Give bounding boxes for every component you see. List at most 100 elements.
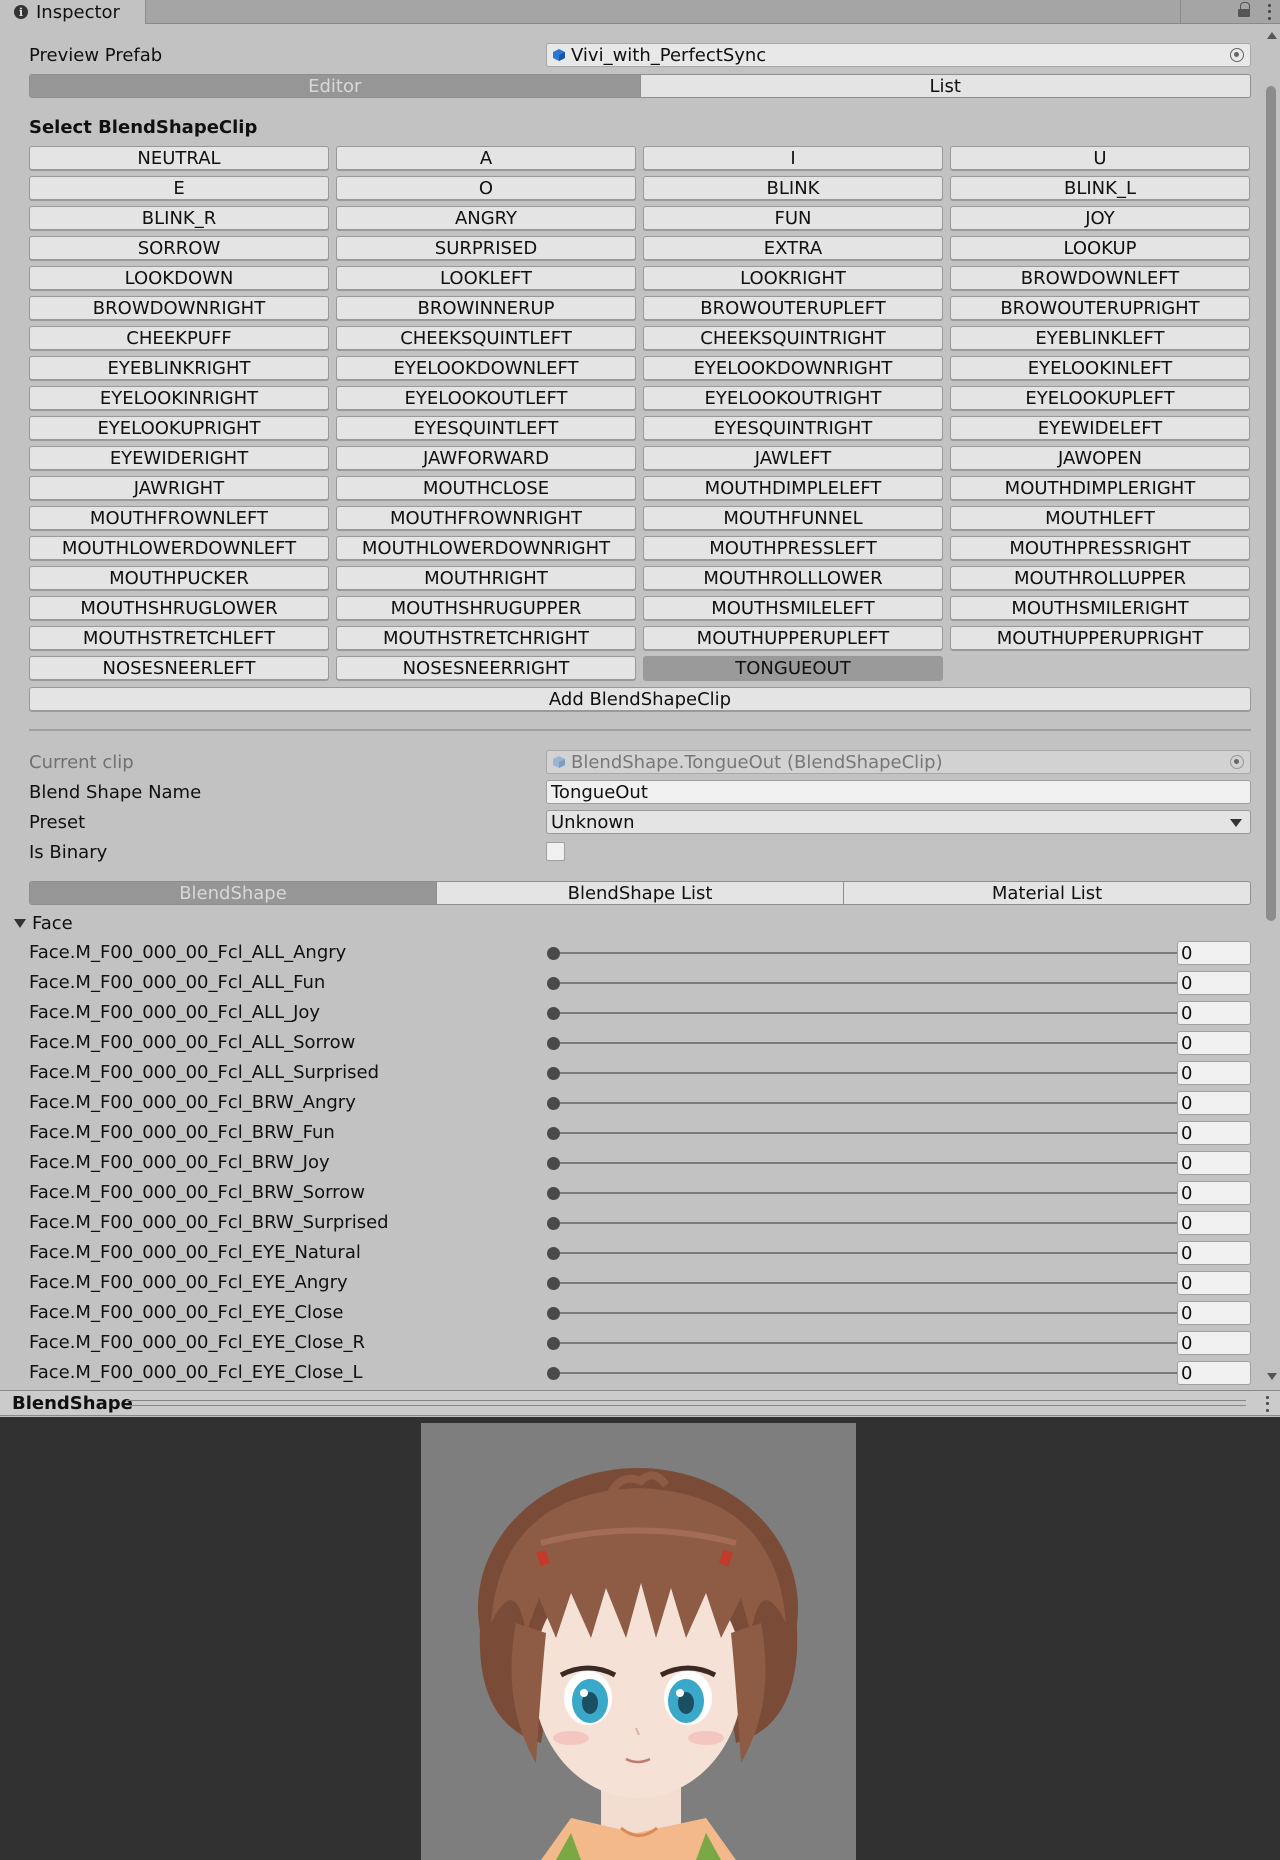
blendshape-value-input[interactable]: 0 [1177, 971, 1251, 995]
more-options-icon[interactable] [1264, 2, 1274, 22]
blendshape-value-input[interactable]: 0 [1177, 1091, 1251, 1115]
clip-button-cheeksquintright[interactable]: CHEEKSQUINTRIGHT [643, 326, 943, 350]
blendshape-value-input[interactable]: 0 [1177, 1361, 1251, 1385]
clip-button-browdownright[interactable]: BROWDOWNRIGHT [29, 296, 329, 320]
clip-button-fun[interactable]: FUN [643, 206, 943, 230]
clip-button-mouthshrugupper[interactable]: MOUTHSHRUGUPPER [336, 596, 636, 620]
clip-button-mouthlowerdownright[interactable]: MOUTHLOWERDOWNRIGHT [336, 536, 636, 560]
preset-dropdown[interactable]: Unknown [546, 810, 1251, 834]
blendshape-value-input[interactable]: 0 [1177, 1001, 1251, 1025]
clip-button-jawforward[interactable]: JAWFORWARD [336, 446, 636, 470]
blend-shape-name-input[interactable]: TongueOut [546, 780, 1251, 804]
clip-button-e[interactable]: E [29, 176, 329, 200]
slider-track[interactable] [553, 1222, 1199, 1224]
slider-thumb[interactable] [547, 1277, 560, 1290]
blendshape-value-input[interactable]: 0 [1177, 1181, 1251, 1205]
slider-track[interactable] [553, 1102, 1199, 1104]
clip-button-cheekpuff[interactable]: CHEEKPUFF [29, 326, 329, 350]
drag-handle[interactable] [126, 1400, 1246, 1406]
clip-button-a[interactable]: A [336, 146, 636, 170]
clip-button-nosesneerright[interactable]: NOSESNEERRIGHT [336, 656, 636, 680]
clip-button-lookleft[interactable]: LOOKLEFT [336, 266, 636, 290]
clip-button-eyesquintright[interactable]: EYESQUINTRIGHT [643, 416, 943, 440]
clip-button-browouterupleft[interactable]: BROWOUTERUPLEFT [643, 296, 943, 320]
clip-button-mouthrollupper[interactable]: MOUTHROLLUPPER [950, 566, 1250, 590]
clip-button-mouthleft[interactable]: MOUTHLEFT [950, 506, 1250, 530]
avatar-preview-render[interactable] [421, 1423, 856, 1860]
slider-track[interactable] [553, 1042, 1199, 1044]
clip-button-mouthupperupright[interactable]: MOUTHUPPERUPRIGHT [950, 626, 1250, 650]
clip-button-nosesneerleft[interactable]: NOSESNEERLEFT [29, 656, 329, 680]
clip-button-o[interactable]: O [336, 176, 636, 200]
clip-button-mouthstretchright[interactable]: MOUTHSTRETCHRIGHT [336, 626, 636, 650]
tab-inspector[interactable]: i Inspector [0, 0, 146, 24]
blendshape-value-input[interactable]: 0 [1177, 1331, 1251, 1355]
clip-button-mouthpressleft[interactable]: MOUTHPRESSLEFT [643, 536, 943, 560]
clip-button-blink[interactable]: BLINK [643, 176, 943, 200]
clip-button-mouthfrownleft[interactable]: MOUTHFROWNLEFT [29, 506, 329, 530]
slider-thumb[interactable] [547, 1307, 560, 1320]
blendshape-value-input[interactable]: 0 [1177, 1151, 1251, 1175]
clip-button-eyeblinkright[interactable]: EYEBLINKRIGHT [29, 356, 329, 380]
clip-button-joy[interactable]: JOY [950, 206, 1250, 230]
clip-button-mouthpucker[interactable]: MOUTHPUCKER [29, 566, 329, 590]
clip-button-blink_l[interactable]: BLINK_L [950, 176, 1250, 200]
slider-thumb[interactable] [547, 1007, 560, 1020]
scroll-up-arrow-icon[interactable] [1267, 32, 1277, 39]
slider-thumb[interactable] [547, 1247, 560, 1260]
slider-thumb[interactable] [547, 977, 560, 990]
clip-button-cheeksquintleft[interactable]: CHEEKSQUINTLEFT [336, 326, 636, 350]
clip-button-u[interactable]: U [950, 146, 1250, 170]
blendshape-value-input[interactable]: 0 [1177, 1271, 1251, 1295]
clip-button-mouthfunnel[interactable]: MOUTHFUNNEL [643, 506, 943, 530]
clip-button-eyelookinright[interactable]: EYELOOKINRIGHT [29, 386, 329, 410]
tab-editor[interactable]: Editor [30, 75, 641, 97]
clip-button-eyewideleft[interactable]: EYEWIDELEFT [950, 416, 1250, 440]
clip-button-eyelookinleft[interactable]: EYELOOKINLEFT [950, 356, 1250, 380]
object-picker-icon[interactable] [1230, 48, 1244, 62]
clip-button-browinnerup[interactable]: BROWINNERUP [336, 296, 636, 320]
clip-button-mouthclose[interactable]: MOUTHCLOSE [336, 476, 636, 500]
inspector-scrollbar[interactable] [1262, 26, 1280, 1386]
blendshape-value-input[interactable]: 0 [1177, 1031, 1251, 1055]
slider-track[interactable] [553, 1372, 1199, 1374]
more-options-icon[interactable] [1262, 1394, 1272, 1414]
clip-button-sorrow[interactable]: SORROW [29, 236, 329, 260]
slider-thumb[interactable] [547, 1187, 560, 1200]
slider-thumb[interactable] [547, 947, 560, 960]
clip-button-tongueout[interactable]: TONGUEOUT [643, 656, 943, 680]
clip-button-eyelookoutleft[interactable]: EYELOOKOUTLEFT [336, 386, 636, 410]
clip-button-browdownleft[interactable]: BROWDOWNLEFT [950, 266, 1250, 290]
clip-button-surprised[interactable]: SURPRISED [336, 236, 636, 260]
slider-thumb[interactable] [547, 1217, 560, 1230]
clip-button-mouthsmileleft[interactable]: MOUTHSMILELEFT [643, 596, 943, 620]
slider-track[interactable] [553, 1162, 1199, 1164]
blendshape-value-input[interactable]: 0 [1177, 1301, 1251, 1325]
preview-prefab-field[interactable]: Vivi_with_PerfectSync [546, 43, 1251, 67]
clip-button-mouthpressright[interactable]: MOUTHPRESSRIGHT [950, 536, 1250, 560]
slider-track[interactable] [553, 1012, 1199, 1014]
clip-button-mouthdimpleleft[interactable]: MOUTHDIMPLELEFT [643, 476, 943, 500]
slider-track[interactable] [553, 1282, 1199, 1284]
slider-track[interactable] [553, 1192, 1199, 1194]
slider-thumb[interactable] [547, 1337, 560, 1350]
clip-button-mouthfrownright[interactable]: MOUTHFROWNRIGHT [336, 506, 636, 530]
clip-button-extra[interactable]: EXTRA [643, 236, 943, 260]
blendshape-value-input[interactable]: 0 [1177, 1121, 1251, 1145]
clip-button-mouthright[interactable]: MOUTHRIGHT [336, 566, 636, 590]
clip-button-lookup[interactable]: LOOKUP [950, 236, 1250, 260]
clip-button-i[interactable]: I [643, 146, 943, 170]
clip-button-mouthdimpleright[interactable]: MOUTHDIMPLERIGHT [950, 476, 1250, 500]
clip-button-jawright[interactable]: JAWRIGHT [29, 476, 329, 500]
clip-button-lookright[interactable]: LOOKRIGHT [643, 266, 943, 290]
is-binary-checkbox[interactable] [546, 842, 565, 861]
blendshape-value-input[interactable]: 0 [1177, 1241, 1251, 1265]
clip-button-mouthsmileright[interactable]: MOUTHSMILERIGHT [950, 596, 1250, 620]
slider-thumb[interactable] [547, 1037, 560, 1050]
clip-button-blink_r[interactable]: BLINK_R [29, 206, 329, 230]
slider-thumb[interactable] [547, 1067, 560, 1080]
clip-button-mouthstretchleft[interactable]: MOUTHSTRETCHLEFT [29, 626, 329, 650]
clip-button-mouthrolllower[interactable]: MOUTHROLLLOWER [643, 566, 943, 590]
clip-button-eyeblinkleft[interactable]: EYEBLINKLEFT [950, 326, 1250, 350]
blendshape-value-input[interactable]: 0 [1177, 941, 1251, 965]
